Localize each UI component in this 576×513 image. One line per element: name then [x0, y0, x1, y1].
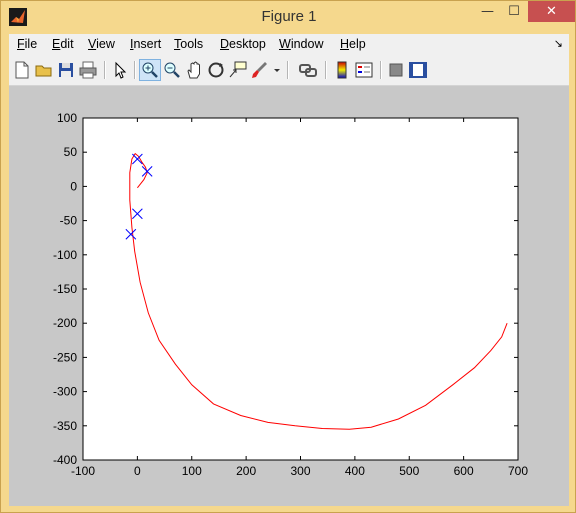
axes-area[interactable]: [83, 118, 518, 460]
toolbar-separator: [134, 61, 136, 79]
y-tick-label: -250: [53, 350, 77, 364]
toolbar-separator: [104, 61, 106, 79]
menu-window[interactable]: Window: [279, 37, 323, 51]
y-tick-label: 100: [57, 111, 77, 125]
menu-bar: File Edit View Insert Tools Desktop Wind…: [9, 34, 569, 56]
toolbar-separator: [325, 61, 327, 79]
menu-insert[interactable]: Insert: [130, 37, 161, 51]
brush-icon[interactable]: [250, 60, 270, 80]
x-tick-label: 700: [508, 464, 528, 478]
x-tick-label: 400: [345, 464, 365, 478]
figure-canvas[interactable]: -100 0 100 200 300 400 500 600 700 100 50 0 -50 -100-…: [9, 86, 569, 506]
x-tick-label: 0: [134, 464, 141, 478]
y-tick-label: 50: [64, 145, 78, 159]
menu-desktop[interactable]: Desktop: [220, 37, 266, 51]
edit-plot-arrow-icon[interactable]: [110, 60, 130, 80]
menu-help[interactable]: Help: [340, 37, 366, 51]
x-tick-label: 200: [236, 464, 256, 478]
plot-svg[interactable]: -100 0 100 200 300 400 500 600 700100500-50-100-…: [9, 86, 569, 506]
x-tick-label: 300: [290, 464, 310, 478]
y-tick-label: -200: [53, 316, 77, 330]
maximize-button[interactable]: ☐: [501, 1, 527, 22]
figure-window: Figure 1 — ☐ ✕ File Edit View Insert Too…: [0, 0, 576, 513]
data-cursor-icon[interactable]: [228, 60, 248, 80]
zoom-in-icon[interactable]: [139, 59, 161, 81]
x-tick-label: 100: [182, 464, 202, 478]
pan-hand-icon[interactable]: [184, 60, 204, 80]
menu-file[interactable]: File: [17, 37, 37, 51]
zoom-out-icon[interactable]: [162, 60, 182, 80]
menu-tools[interactable]: Tools: [174, 37, 203, 51]
close-button[interactable]: ✕: [528, 1, 575, 22]
y-tick-label: -300: [53, 385, 77, 399]
y-tick-label: 0: [70, 179, 77, 193]
menu-view[interactable]: View: [88, 37, 115, 51]
x-tick-label: 500: [399, 464, 419, 478]
new-figure-icon[interactable]: [12, 60, 32, 80]
figure-toolbar: [9, 56, 569, 86]
title-bar[interactable]: Figure 1 — ☐ ✕: [1, 1, 576, 33]
legend-icon[interactable]: [354, 60, 374, 80]
y-tick-label: -400: [53, 453, 77, 467]
y-tick-label: -100: [53, 248, 77, 262]
menu-edit[interactable]: Edit: [52, 37, 74, 51]
show-plot-tools-icon[interactable]: [408, 60, 428, 80]
toolbar-separator: [380, 61, 382, 79]
y-tick-label: -150: [53, 282, 77, 296]
rotate-3d-icon[interactable]: [206, 60, 226, 80]
dock-figure-icon[interactable]: ↘: [554, 37, 563, 50]
colorbar-icon[interactable]: [332, 60, 352, 80]
x-tick-label: 600: [454, 464, 474, 478]
hide-plot-tools-icon[interactable]: [386, 60, 406, 80]
open-file-icon[interactable]: [34, 60, 54, 80]
toolbar-separator: [287, 61, 289, 79]
y-tick-label: -350: [53, 419, 77, 433]
save-icon[interactable]: [56, 60, 76, 80]
y-tick-label: -50: [60, 214, 78, 228]
brush-dropdown-icon[interactable]: [272, 60, 282, 80]
minimize-button[interactable]: —: [474, 1, 501, 22]
print-icon[interactable]: [78, 60, 98, 80]
link-plot-icon[interactable]: [298, 60, 318, 80]
